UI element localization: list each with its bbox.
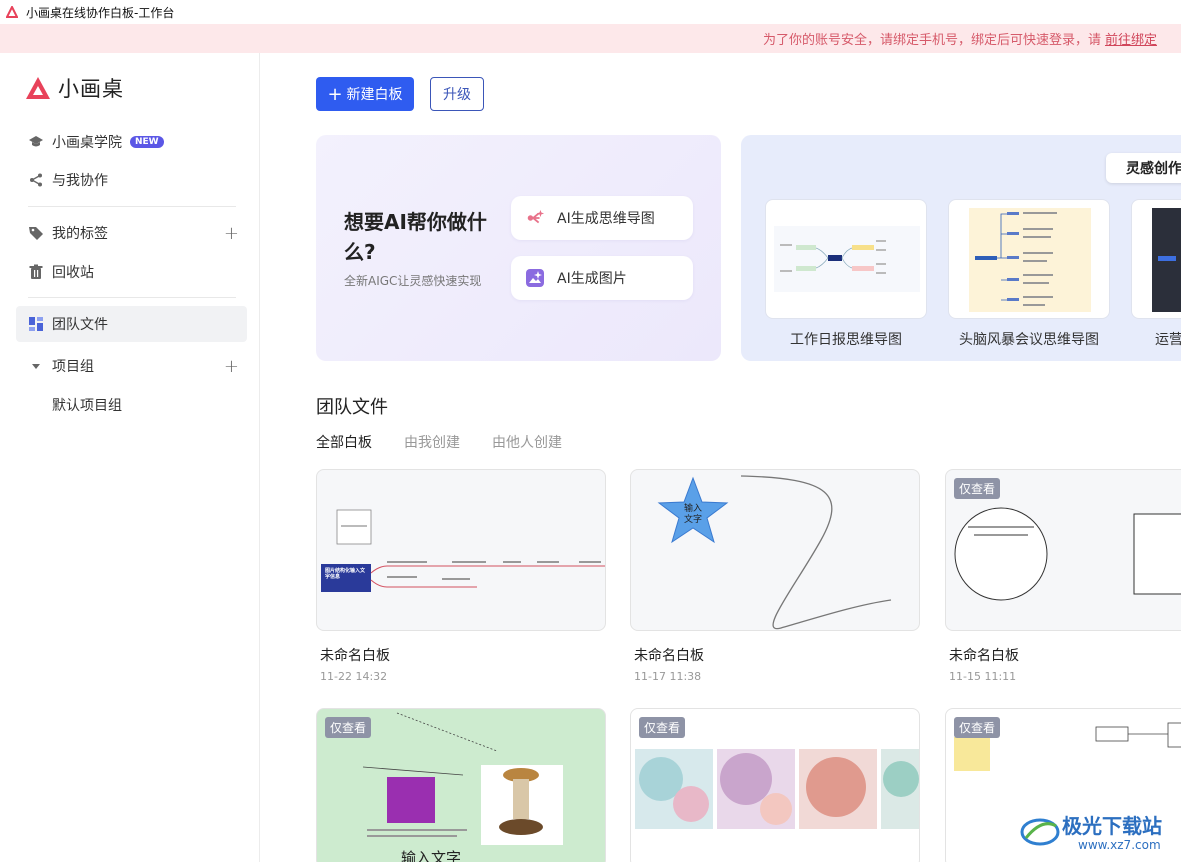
template-label: 工作日报思维导图	[790, 332, 902, 348]
sidebar-item-tags[interactable]: 我的标签 +	[16, 215, 247, 251]
ai-panel-title: 想要AI帮你做什么?	[344, 210, 487, 264]
sidebar-item-trash[interactable]: 回收站	[16, 254, 247, 290]
template-label: 头脑风暴会议思维导图	[959, 332, 1099, 348]
template-label: 运营	[1155, 332, 1181, 348]
ai-panel-subtitle: 全新AIGC让灵感快速实现	[344, 274, 482, 288]
sidebar-item-academy[interactable]: 小画桌学院 NEW	[16, 124, 247, 160]
template-thumbnail-daily-report	[774, 226, 920, 292]
view-only-badge: 仅查看	[325, 717, 372, 738]
sidebar-item-label: 项目组	[52, 359, 94, 375]
tab-created-by-me[interactable]: 由我创建	[404, 432, 460, 452]
window-title: 小画桌在线协作白板-工作台	[26, 5, 175, 20]
ai-panel: 想要AI帮你做什么? 全新AIGC让灵感快速实现 AI生成思维导图 AI生成图片	[316, 135, 721, 361]
template-card-brainstorm[interactable]	[948, 199, 1110, 319]
sparkle-mindmap-icon	[525, 208, 545, 228]
card-title: 未命名白板	[634, 648, 704, 664]
ai-image-button[interactable]: AI生成图片	[511, 256, 693, 300]
sidebar-item-default-project[interactable]: 默认项目组	[16, 387, 247, 423]
whiteboard-card[interactable]: 图片结构化输入文字信息	[316, 469, 606, 631]
sidebar-item-label: 我的标签	[52, 226, 108, 242]
whiteboard-card[interactable]: 仅查看	[945, 469, 1181, 631]
watermark-url: www.xz7.com	[1078, 838, 1161, 852]
add-project-icon[interactable]: +	[224, 356, 239, 377]
card-canvas-text: 输入文字	[401, 849, 462, 862]
star-text: 输入文字	[683, 504, 702, 525]
caret-down-icon[interactable]	[28, 358, 44, 374]
new-whiteboard-label: 新建白板	[346, 87, 403, 103]
sidebar-item-label: 与我协作	[52, 173, 108, 189]
brand-logo-icon	[26, 77, 50, 99]
tab-all[interactable]: 全部白板	[316, 432, 372, 452]
app-logo-icon	[6, 6, 18, 18]
whiteboard-thumbnail	[321, 509, 605, 592]
view-only-badge: 仅查看	[639, 717, 686, 738]
tab-created-by-others[interactable]: 由他人创建	[492, 432, 562, 452]
watermark-title: 极光下载站	[1062, 814, 1162, 838]
site-watermark: 极光下载站 www.xz7.com	[1018, 808, 1178, 858]
share-icon	[28, 172, 44, 188]
view-only-badge: 仅查看	[954, 478, 1001, 499]
ai-mindmap-button[interactable]: AI生成思维导图	[511, 196, 693, 240]
sidebar-item-project-group[interactable]: 项目组 +	[16, 348, 247, 384]
sidebar: 小画桌 小画桌学院 NEW 与我协作 我的标签 + 回收站 团队文件 项目组 +…	[0, 53, 260, 862]
card-node-text: 图片结构化输入文字信息	[325, 568, 366, 580]
notice-text: 为了你的账号安全，请绑定手机号，绑定后可快速登录，请	[762, 33, 1101, 48]
sidebar-divider	[28, 206, 236, 207]
main-content: + 新建白板 升级 想要AI帮你做什么? 全新AIGC让灵感快速实现 AI生成思…	[261, 53, 1181, 862]
card-title: 未命名白板	[949, 648, 1019, 664]
inspiration-panel: 灵感创作 工作日报思维导图 头脑风暴会议思维导图 运营	[741, 135, 1181, 361]
brand[interactable]: 小画桌	[24, 73, 124, 103]
card-date: 11-17 11:38	[634, 670, 702, 683]
sidebar-item-label: 默认项目组	[52, 398, 122, 414]
new-whiteboard-button[interactable]: + 新建白板	[316, 77, 414, 111]
view-only-badge: 仅查看	[954, 717, 1001, 738]
ai-mindmap-label: AI生成思维导图	[557, 211, 655, 227]
whiteboard-card[interactable]: 仅查看	[630, 708, 920, 862]
whiteboard-thumbnail	[657, 475, 892, 630]
inspiration-tab[interactable]: 灵感创作	[1106, 153, 1181, 183]
template-thumbnail-operations	[1152, 208, 1181, 312]
whiteboard-card[interactable]: 输入文字	[630, 469, 920, 631]
team-files-tabs: 全部白板 由我创建 由他人创建	[316, 432, 594, 452]
team-files-title: 团队文件	[316, 397, 388, 418]
graduation-cap-icon	[28, 134, 44, 150]
trash-icon	[28, 264, 44, 280]
ai-image-label: AI生成图片	[557, 271, 627, 287]
template-card-daily-report[interactable]	[765, 199, 927, 319]
security-notice-bar: 为了你的账号安全，请绑定手机号，绑定后可快速登录，请 前往绑定	[0, 24, 1181, 53]
plus-icon: +	[327, 83, 343, 105]
sidebar-divider	[28, 297, 236, 298]
whiteboard-card[interactable]: 仅查看 输入文字	[316, 708, 606, 862]
new-badge: NEW	[130, 136, 164, 148]
sidebar-item-collab[interactable]: 与我协作	[16, 162, 247, 198]
template-thumbnail-brainstorm	[969, 208, 1091, 312]
card-title: 未命名白板	[320, 648, 390, 664]
sidebar-item-team-files[interactable]: 团队文件	[16, 306, 247, 342]
window-titlebar: 小画桌在线协作白板-工作台	[0, 0, 1181, 24]
sparkle-image-icon	[525, 268, 545, 288]
sidebar-item-label: 团队文件	[52, 317, 108, 333]
add-tag-icon[interactable]: +	[224, 223, 239, 244]
card-date: 11-22 14:32	[320, 670, 388, 683]
card-date: 11-15 11:11	[949, 670, 1017, 683]
sidebar-item-label: 回收站	[52, 265, 94, 281]
sidebar-item-label: 小画桌学院	[52, 135, 122, 151]
upgrade-button[interactable]: 升级	[430, 77, 484, 111]
tag-icon	[28, 225, 44, 241]
bind-phone-link[interactable]: 前往绑定	[1105, 29, 1157, 48]
brand-name: 小画桌	[58, 77, 124, 101]
team-files-icon	[28, 316, 44, 332]
template-card-operations[interactable]	[1131, 199, 1181, 319]
